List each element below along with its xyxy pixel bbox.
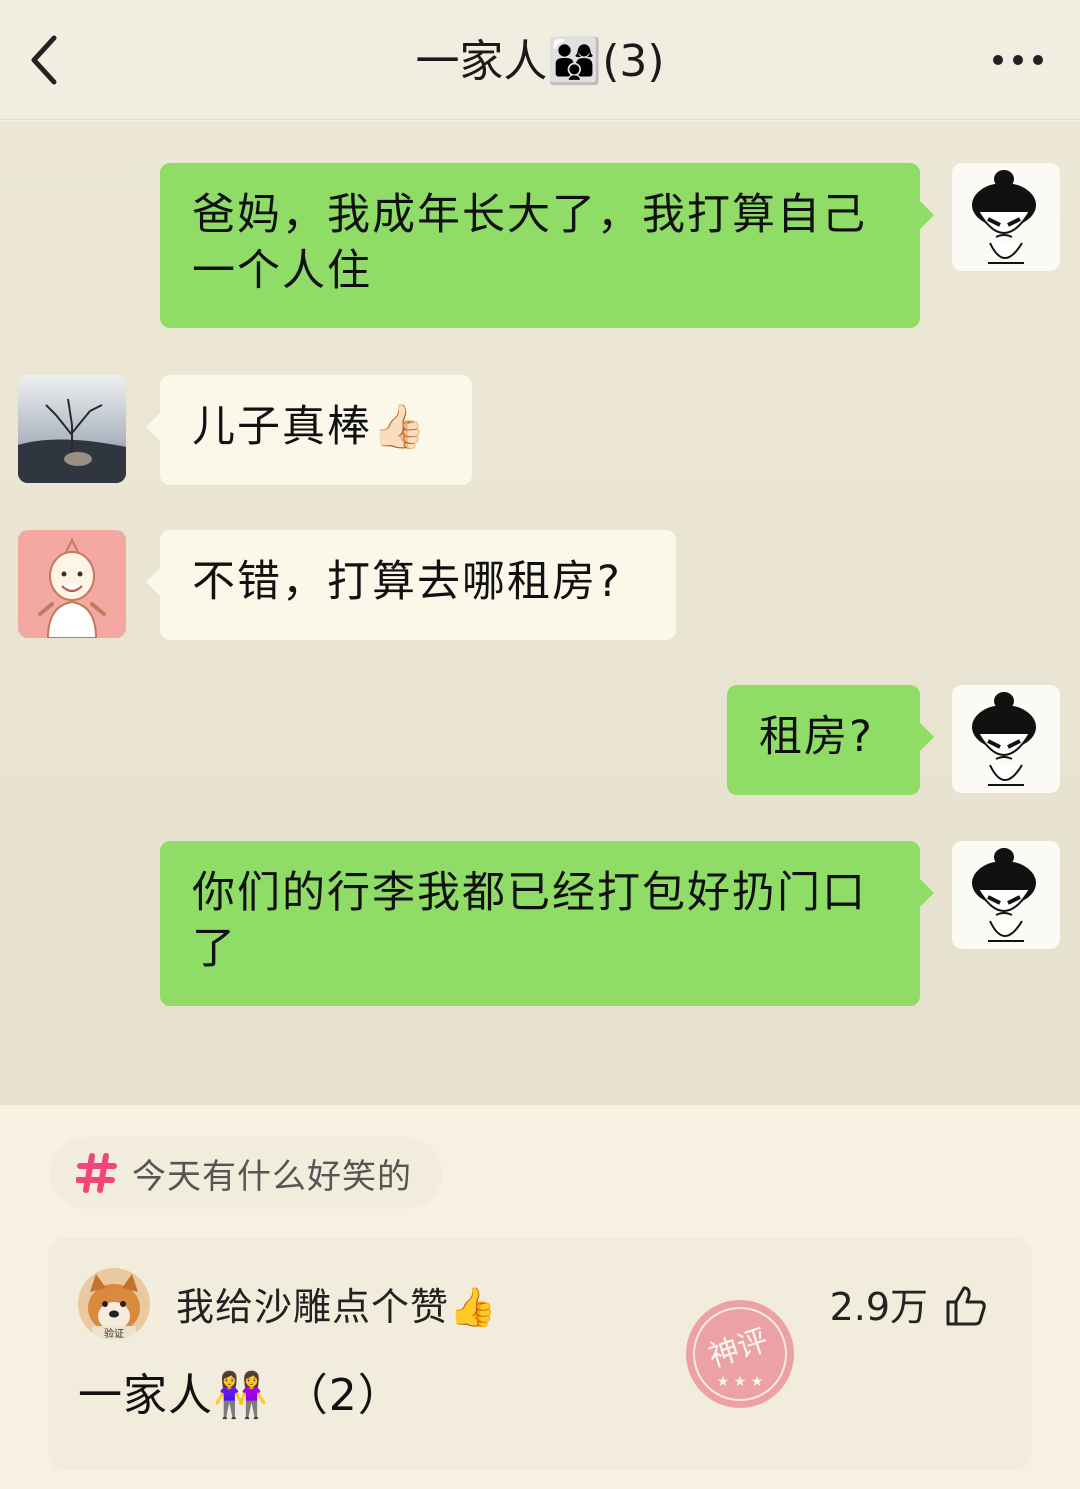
like-count: 2.9万 xyxy=(829,1285,928,1329)
message-row: 爸妈，我成年长大了，我打算自己一个人住 xyxy=(0,121,1080,341)
bubble-tail xyxy=(146,413,160,441)
commenter-name[interactable]: 我给沙雕点个赞👍 xyxy=(176,1282,497,1332)
bubble-tail xyxy=(920,723,934,751)
message-row: 儿子真棒👍🏻 xyxy=(0,351,1080,491)
thumbs-up-icon[interactable] xyxy=(944,1284,988,1328)
message-text: 爸妈，我成年长大了，我打算自己一个人住 xyxy=(192,190,867,296)
message-text: 不错，打算去哪租房? xyxy=(192,557,622,607)
bubble-tail xyxy=(920,201,934,229)
message-row: 你们的行李我都已经打包好扔门口了 xyxy=(0,817,1080,1017)
hashtag-icon xyxy=(76,1153,117,1193)
chat-header: 一家人👨‍👩‍👦(3) xyxy=(0,0,1080,120)
commenter-avatar[interactable]: 验证 xyxy=(78,1268,150,1340)
comment-text: 一家人👭 （2） xyxy=(78,1370,403,1421)
dad-avatar[interactable] xyxy=(18,375,126,483)
bubble-tail xyxy=(146,568,160,596)
bubble-tail xyxy=(920,879,934,907)
message-bubble[interactable]: 爸妈，我成年长大了，我打算自己一个人住 xyxy=(160,163,920,328)
topic-label: 今天有什么好笑的 xyxy=(132,1156,412,1197)
mom-avatar[interactable] xyxy=(18,530,126,638)
chat-title: 一家人👨‍👩‍👦(3) xyxy=(415,36,665,87)
son-avatar[interactable] xyxy=(952,685,1060,793)
message-bubble[interactable]: 租房? xyxy=(727,685,920,795)
message-bubble[interactable]: 你们的行李我都已经打包好扔门口了 xyxy=(160,841,920,1006)
avatar-badge-text: 验证 xyxy=(104,1327,124,1340)
message-row: 不错，打算去哪租房? xyxy=(0,506,1080,646)
hot-comment-card[interactable]: 验证 我给沙雕点个赞👍 2.9万 一家人👭 （2） 神评 ★ ★ ★ xyxy=(48,1238,1032,1470)
hot-comment-stamp-icon: 神评 ★ ★ ★ xyxy=(686,1300,794,1408)
chat-message-list[interactable]: 爸妈，我成年长大了，我打算自己一个人住 儿子真棒👍🏻 不错，打算去哪租房? 租房… xyxy=(0,121,1080,1105)
message-row: 租房? xyxy=(0,661,1080,801)
son-avatar[interactable] xyxy=(952,841,1060,949)
message-text: 租房? xyxy=(759,712,874,762)
message-bubble[interactable]: 不错，打算去哪租房? xyxy=(160,530,676,640)
topic-tag[interactable]: 今天有什么好笑的 xyxy=(50,1137,442,1209)
message-text: 你们的行李我都已经打包好扔门口了 xyxy=(192,868,867,974)
message-bubble[interactable]: 儿子真棒👍🏻 xyxy=(160,375,472,485)
more-dots-icon[interactable] xyxy=(990,50,1046,70)
message-text: 儿子真棒👍🏻 xyxy=(192,402,428,452)
svg-text:★ ★ ★: ★ ★ ★ xyxy=(717,1374,764,1390)
son-avatar[interactable] xyxy=(952,163,1060,271)
